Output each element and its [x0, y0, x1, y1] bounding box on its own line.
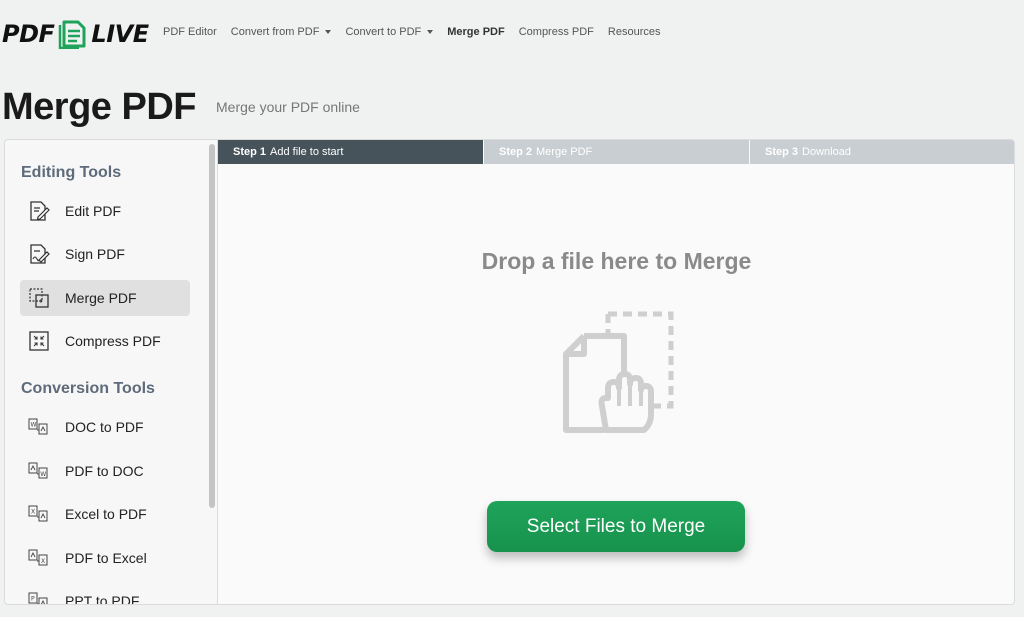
step-3: Step 3 Download [750, 140, 1014, 164]
step-number: Step 3 [765, 146, 799, 158]
logo[interactable]: PDF LIVE [2, 18, 149, 50]
svg-text:X: X [41, 558, 45, 565]
nav-compress-pdf[interactable]: Compress PDF [512, 26, 601, 38]
sidebar-item-label: Merge PDF [65, 290, 137, 306]
svg-text:W: W [31, 422, 37, 429]
compress-pdf-icon [28, 330, 50, 352]
top-navigation: PDF LIVE PDF Editor Convert from PDF Con… [0, 0, 1024, 68]
pdf-to-doc-icon: W [28, 462, 50, 480]
main-nav: PDF Editor Convert from PDF Convert to P… [156, 26, 667, 38]
page-subtitle: Merge your PDF online [216, 99, 360, 115]
svg-text:P: P [31, 596, 35, 603]
sidebar-item-edit-pdf[interactable]: Edit PDF [20, 193, 190, 229]
sidebar-item-pdf-to-doc[interactable]: W PDF to DOC [20, 453, 190, 489]
sidebar-item-label: Excel to PDF [65, 506, 147, 522]
edit-pdf-icon [28, 200, 50, 222]
sidebar-scrollbar[interactable] [209, 144, 215, 508]
svg-text:W: W [40, 471, 46, 478]
nav-pdf-editor[interactable]: PDF Editor [156, 26, 224, 38]
sidebar-item-label: Compress PDF [65, 333, 161, 349]
nav-convert-to-pdf[interactable]: Convert to PDF [338, 26, 440, 38]
nav-convert-from-pdf[interactable]: Convert from PDF [224, 26, 339, 38]
sidebar-content: Editing Tools Edit PDF Sign PDF Merge PD… [5, 140, 205, 604]
sidebar-item-label: DOC to PDF [65, 419, 144, 435]
nav-label: Convert from PDF [230, 26, 320, 38]
sidebar-item-merge-pdf[interactable]: Merge PDF [20, 280, 190, 316]
step-text: Download [802, 146, 851, 158]
excel-to-pdf-icon: X [28, 505, 50, 523]
step-number: Step 1 [233, 146, 267, 158]
nav-label: Compress PDF [518, 26, 594, 38]
merge-panel: Step 1 Add file to start Step 2 Merge PD… [218, 139, 1015, 605]
step-2: Step 2 Merge PDF [484, 140, 749, 164]
sidebar-item-label: Edit PDF [65, 203, 122, 219]
page-title: Merge PDF [2, 86, 196, 128]
drag-file-icon[interactable] [558, 306, 676, 434]
sidebar-item-ppt-to-pdf[interactable]: P PPT to PDF [20, 583, 190, 605]
sidebar-item-label: PDF to Excel [65, 550, 147, 566]
nav-merge-pdf[interactable]: Merge PDF [440, 26, 511, 38]
tools-sidebar: Editing Tools Edit PDF Sign PDF Merge PD… [4, 139, 218, 605]
ppt-to-pdf-icon: P [28, 592, 50, 604]
pdf-to-excel-icon: X [28, 549, 50, 567]
conversion-tools-heading: Conversion Tools [21, 380, 155, 397]
logo-text-left: PDF [2, 20, 55, 48]
sidebar-item-pdf-to-excel[interactable]: X PDF to Excel [20, 540, 190, 576]
editing-tools-heading: Editing Tools [21, 164, 122, 181]
sidebar-item-label: PPT to PDF [65, 593, 140, 605]
sign-pdf-icon [28, 243, 50, 265]
step-number: Step 2 [499, 146, 533, 158]
svg-text:X: X [31, 509, 35, 516]
caret-down-icon [427, 30, 434, 34]
nav-label: Merge PDF [447, 26, 505, 38]
step-1: Step 1 Add file to start [218, 140, 483, 164]
sidebar-item-excel-to-pdf[interactable]: X Excel to PDF [20, 496, 190, 532]
nav-resources[interactable]: Resources [601, 26, 668, 38]
sidebar-item-label: Sign PDF [65, 246, 125, 262]
nav-label: PDF Editor [163, 26, 217, 38]
nav-label: Convert to PDF [345, 26, 422, 38]
sidebar-item-label: PDF to DOC [65, 463, 144, 479]
select-files-button[interactable]: Select Files to Merge [487, 501, 745, 552]
sidebar-item-doc-to-pdf[interactable]: W DOC to PDF [20, 409, 190, 445]
step-text: Add file to start [270, 146, 344, 158]
merge-pdf-icon [28, 287, 50, 309]
nav-label: Resources [607, 26, 661, 38]
dropzone-title: Drop a file here to Merge [481, 248, 752, 274]
sidebar-item-sign-pdf[interactable]: Sign PDF [20, 236, 190, 272]
logo-document-icon [59, 20, 86, 49]
doc-to-pdf-icon: W [28, 418, 50, 436]
caret-down-icon [325, 30, 332, 34]
logo-text-right: LIVE [91, 20, 149, 48]
step-text: Merge PDF [536, 146, 593, 158]
sidebar-item-compress-pdf[interactable]: Compress PDF [20, 323, 190, 359]
step-progress-bar: Step 1 Add file to start Step 2 Merge PD… [218, 140, 1014, 164]
